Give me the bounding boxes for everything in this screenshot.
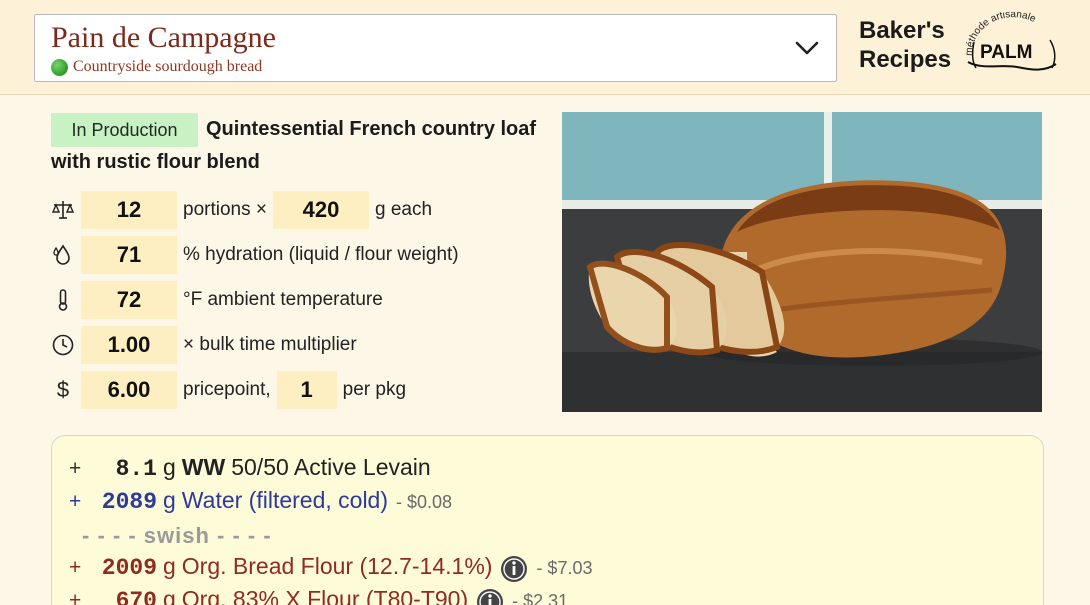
bulk-multiplier-label: × bulk time multiplier — [183, 334, 357, 355]
temperature-label: °F ambient temperature — [183, 289, 383, 310]
hydration-label: % hydration (liquid / flour weight) — [183, 244, 459, 265]
temperature-row: 72 °F ambient temperature — [51, 281, 389, 319]
brand-name: Baker's Recipes — [859, 16, 951, 74]
per-pkg-input[interactable]: 1 — [276, 371, 337, 409]
hydration-row: 71 % hydration (liquid / flour weight) — [51, 236, 465, 274]
ingredient-qty[interactable]: 670 — [99, 588, 157, 605]
add-ingredient-button[interactable]: + — [69, 589, 99, 605]
ingredient-name[interactable]: 50/50 Active Levain — [231, 454, 430, 481]
recipe-subtitle: Countryside sourdough bread — [51, 58, 262, 76]
swish-divider: - - - - swish - - - - — [82, 523, 272, 548]
ingredient-qty[interactable]: 8.1 — [99, 456, 157, 482]
ingredient-row: + 2009 g Org. Bread Flour (12.7-14.1%) -… — [69, 553, 592, 585]
thermometer-icon — [51, 288, 75, 312]
ingredient-unit: g — [163, 553, 176, 579]
green-circle-icon — [51, 58, 68, 76]
bulk-multiplier-input[interactable]: 1.00 — [81, 326, 177, 364]
recipe-selector[interactable]: Pain de Campagne Countryside sourdough b… — [34, 14, 837, 82]
ingredient-unit: g — [163, 487, 176, 513]
ingredient-qty[interactable]: 2009 — [99, 555, 157, 581]
water-drop-icon — [51, 243, 75, 267]
ingredient-qty[interactable]: 2089 — [99, 489, 157, 515]
ingredient-price: - $2.31 — [512, 591, 569, 605]
ingredient-price: - $7.03 — [536, 558, 593, 578]
ingredient-name[interactable]: Org. Bread Flour (12.7-14.1%) — [182, 553, 493, 580]
ingredient-name[interactable]: Org. 83% X Flour (T80-T90) — [182, 586, 468, 605]
ingredient-row: + 670 g Org. 83% X Flour (T80-T90) - $2.… — [69, 586, 568, 605]
scale-icon — [51, 198, 75, 222]
ingredient-unit: g — [163, 586, 176, 605]
clock-icon — [51, 333, 75, 357]
ingredient-price: - $0.08 — [396, 492, 453, 512]
portions-label: portions × — [183, 199, 267, 220]
pricepoint-label: pricepoint, — [183, 379, 271, 400]
dollar-icon: $ — [56, 377, 70, 402]
palm-logo: méthode artisanale PALM — [964, 12, 1057, 71]
bulk-row: 1.00 × bulk time multiplier — [51, 326, 363, 364]
ingredient-row: + 2089 g Water (filtered, cold) - $0.08 — [69, 487, 452, 519]
info-icon[interactable] — [500, 555, 528, 583]
ingredient-row: + 8.1 g WW 50/50 Active Levain — [69, 454, 431, 486]
portion-weight-label: g each — [374, 199, 433, 220]
hydration-input[interactable]: 71 — [81, 236, 177, 274]
ingredient-list: + 8.1 g WW 50/50 Active Levain + 2089 g … — [51, 435, 1044, 605]
status-badge: In Production — [51, 113, 198, 147]
brand-line-1: Baker's — [859, 17, 945, 44]
bread-photo — [562, 112, 1042, 412]
chevron-down-icon[interactable] — [794, 39, 820, 57]
portions-row: 12 portions × 420 g each — [51, 191, 438, 229]
ingredient-name[interactable]: Water (filtered, cold) — [182, 487, 388, 514]
portion-weight-input[interactable]: 420 — [272, 191, 369, 229]
add-ingredient-button[interactable]: + — [69, 490, 99, 514]
temperature-input[interactable]: 72 — [81, 281, 177, 319]
info-icon[interactable] — [476, 588, 504, 605]
ingredient-unit: g — [163, 454, 176, 480]
svg-text:PALM: PALM — [980, 42, 1032, 63]
recipe-title: Pain de Campagne — [51, 21, 276, 54]
add-ingredient-button[interactable]: + — [69, 556, 99, 580]
ingredient-prefix: WW — [181, 454, 226, 480]
add-ingredient-button[interactable]: + — [69, 457, 99, 481]
brand-line-2: Recipes — [859, 46, 952, 73]
per-pkg-label: per pkg — [342, 379, 407, 400]
price-row: $ 6.00 pricepoint, 1 per pkg — [51, 371, 412, 409]
pricepoint-input[interactable]: 6.00 — [81, 371, 177, 409]
recipe-subtitle-text: Countryside sourdough bread — [73, 58, 263, 75]
portions-input[interactable]: 12 — [81, 191, 177, 229]
